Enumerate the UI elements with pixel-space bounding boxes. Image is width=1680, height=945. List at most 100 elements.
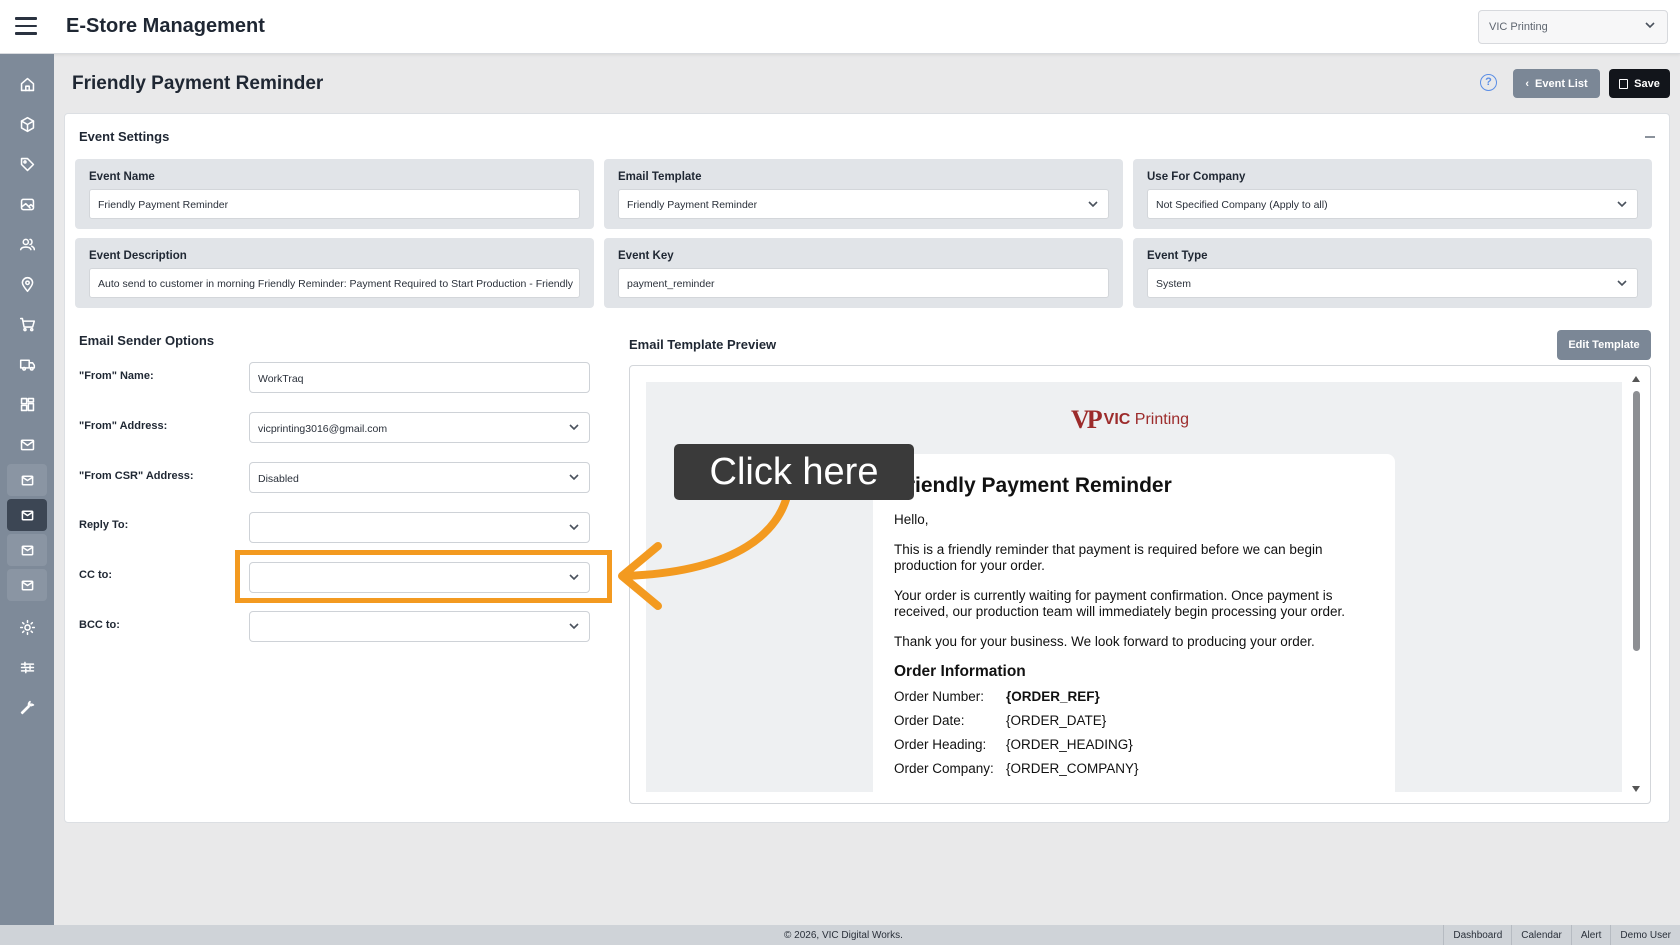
cc-to-highlight-box bbox=[235, 550, 612, 603]
logo-text: VIC Printing bbox=[1104, 411, 1189, 429]
event-list-label: Event List bbox=[1535, 77, 1588, 90]
save-button[interactable]: Save bbox=[1609, 69, 1670, 98]
use-for-company-label: Use For Company bbox=[1147, 171, 1246, 183]
logo-text-bold: VIC bbox=[1103, 411, 1131, 428]
box-icon[interactable] bbox=[7, 108, 47, 140]
order-row-value: {ORDER_HEADING} bbox=[1006, 737, 1133, 752]
scroll-up-arrow-icon[interactable] bbox=[1632, 376, 1640, 382]
reply-to-label: Reply To: bbox=[79, 519, 129, 531]
chevron-down-icon bbox=[1645, 20, 1655, 30]
save-label: Save bbox=[1634, 77, 1660, 90]
order-row: Order Number: {ORDER_REF} bbox=[894, 689, 1374, 704]
sliders-icon[interactable] bbox=[7, 651, 47, 683]
collapse-icon[interactable] bbox=[1645, 136, 1655, 138]
image-icon[interactable] bbox=[7, 188, 47, 220]
from-csr-value: Disabled bbox=[258, 473, 299, 485]
event-type-group: Event Type System bbox=[1133, 238, 1652, 308]
email-paragraph-2: Your order is currently waiting for paym… bbox=[894, 587, 1345, 620]
click-here-callout: Click here bbox=[674, 444, 914, 500]
chevron-down-icon bbox=[569, 472, 579, 482]
company-select[interactable]: VIC Printing bbox=[1478, 10, 1668, 44]
company-select-value: VIC Printing bbox=[1489, 21, 1548, 33]
event-name-input[interactable]: Friendly Payment Reminder bbox=[89, 189, 580, 219]
scroll-down-arrow-icon[interactable] bbox=[1632, 786, 1640, 792]
event-description-input[interactable]: Auto send to customer in morning Friendl… bbox=[89, 268, 580, 298]
map-pin-icon[interactable] bbox=[7, 268, 47, 300]
page-title: Friendly Payment Reminder bbox=[72, 73, 324, 94]
order-row: Order Date: {ORDER_DATE} bbox=[894, 713, 1374, 728]
gear-icon[interactable] bbox=[7, 611, 47, 643]
use-for-company-group: Use For Company Not Specified Company (A… bbox=[1133, 159, 1652, 229]
chevron-down-icon bbox=[1617, 278, 1627, 288]
order-row-key: Order Date: bbox=[894, 713, 965, 728]
event-name-group: Event Name Friendly Payment Reminder bbox=[75, 159, 594, 229]
top-bar: E-Store Management VIC Printing bbox=[0, 0, 1680, 54]
floppy-disk-icon bbox=[1619, 78, 1629, 89]
order-row-key: Order Number: bbox=[894, 689, 985, 704]
order-row-value: {ORDER_REF} bbox=[1006, 689, 1100, 704]
use-for-company-value: Not Specified Company (Apply to all) bbox=[1156, 199, 1328, 211]
dashboard-grid-icon[interactable] bbox=[7, 388, 47, 420]
email-paragraph-3: Thank you for your business. We look for… bbox=[894, 633, 1315, 649]
copyright: © 2026, VIC Digital Works. bbox=[784, 930, 903, 941]
pointing-arrow-icon bbox=[618, 488, 792, 610]
bcc-to-select[interactable] bbox=[249, 611, 590, 642]
reply-to-select[interactable] bbox=[249, 512, 590, 543]
cart-icon[interactable] bbox=[7, 308, 47, 340]
mail-sub-icon-2-active[interactable] bbox=[7, 499, 47, 531]
help-icon[interactable]: ? bbox=[1480, 74, 1497, 91]
edit-template-button[interactable]: Edit Template bbox=[1557, 330, 1651, 360]
scroll-thumb[interactable] bbox=[1633, 391, 1640, 651]
event-key-input[interactable]: payment_reminder bbox=[618, 268, 1109, 298]
tag-icon[interactable] bbox=[7, 148, 47, 180]
footer-links: Dashboard Calendar Alert Demo User bbox=[1443, 925, 1680, 945]
from-csr-select[interactable]: Disabled bbox=[249, 462, 590, 493]
footer-link-calendar[interactable]: Calendar bbox=[1511, 925, 1571, 945]
from-address-value: vicprinting3016@gmail.com bbox=[258, 423, 388, 435]
mail-sub-icon-3[interactable] bbox=[7, 534, 47, 566]
truck-icon[interactable] bbox=[7, 348, 47, 380]
event-description-label: Event Description bbox=[89, 250, 187, 262]
email-template-value: Friendly Payment Reminder bbox=[627, 199, 758, 211]
event-key-group: Event Key payment_reminder bbox=[604, 238, 1123, 308]
bcc-to-label: BCC to: bbox=[79, 619, 120, 631]
from-name-label: "From" Name: bbox=[79, 370, 154, 382]
preview-scrollbar[interactable] bbox=[1630, 374, 1642, 794]
chevron-left-icon: ‹ bbox=[1525, 77, 1530, 90]
preview-title: Email Template Preview bbox=[629, 337, 777, 352]
mail-sub-icon-4[interactable] bbox=[7, 569, 47, 601]
hamburger-menu-icon[interactable] bbox=[15, 17, 37, 35]
order-row: Order Company: {ORDER_COMPANY} bbox=[894, 761, 1374, 776]
email-template-select[interactable]: Friendly Payment Reminder bbox=[618, 189, 1109, 219]
email-paragraph-1: This is a friendly reminder that payment… bbox=[894, 541, 1323, 574]
event-description-group: Event Description Auto send to customer … bbox=[75, 238, 594, 308]
sidebar bbox=[0, 54, 54, 925]
mail-sub-icon-1[interactable] bbox=[7, 464, 47, 496]
order-row-value: {ORDER_COMPANY} bbox=[1006, 761, 1139, 776]
from-address-select[interactable]: vicprinting3016@gmail.com bbox=[249, 412, 590, 443]
users-icon[interactable] bbox=[7, 228, 47, 260]
footer-link-dashboard[interactable]: Dashboard bbox=[1443, 925, 1511, 945]
wrench-icon[interactable] bbox=[7, 691, 47, 723]
from-csr-label: "From CSR" Address: bbox=[79, 470, 194, 482]
chevron-down-icon bbox=[569, 522, 579, 532]
use-for-company-select[interactable]: Not Specified Company (Apply to all) bbox=[1147, 189, 1638, 219]
from-name-input[interactable]: WorkTraq bbox=[249, 362, 590, 393]
event-list-button[interactable]: ‹ Event List bbox=[1513, 69, 1600, 98]
chevron-down-icon bbox=[569, 422, 579, 432]
footer-link-user[interactable]: Demo User bbox=[1610, 925, 1680, 945]
app-title: E-Store Management bbox=[66, 15, 265, 37]
logo-text-rest: Printing bbox=[1134, 411, 1190, 428]
home-icon[interactable] bbox=[7, 68, 47, 100]
logo-mark: VP bbox=[1071, 405, 1103, 434]
order-row-key: Order Heading: bbox=[894, 737, 987, 752]
email-greeting: Hello, bbox=[894, 512, 929, 527]
event-type-select[interactable]: System bbox=[1147, 268, 1638, 298]
email-body: Friendly Payment Reminder Hello, This is… bbox=[873, 454, 1395, 792]
order-row-key: Order Company: bbox=[894, 761, 994, 776]
event-type-value: System bbox=[1156, 278, 1192, 290]
footer-link-alert[interactable]: Alert bbox=[1570, 925, 1611, 945]
vic-printing-logo: VP VIC Printing bbox=[1071, 405, 1189, 435]
cc-to-label: CC to: bbox=[79, 569, 112, 581]
mail-icon[interactable] bbox=[7, 428, 47, 460]
